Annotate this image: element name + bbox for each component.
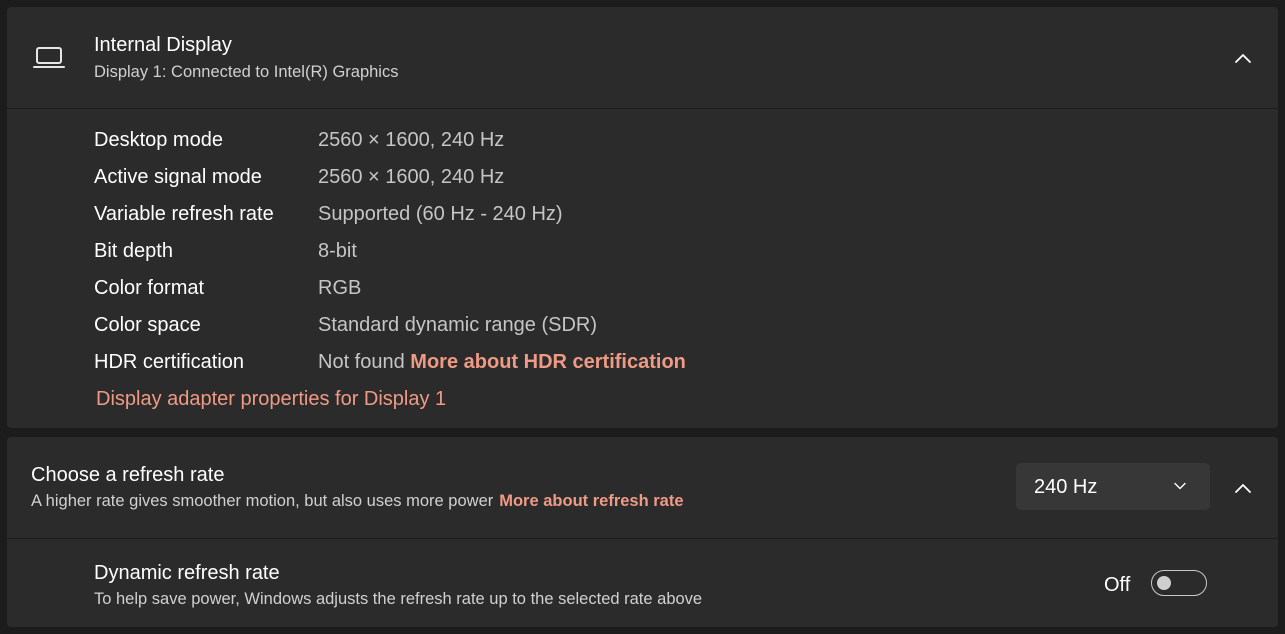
- refresh-rate-subtitle: A higher rate gives smoother motion, but…: [31, 492, 494, 510]
- laptop-icon: [33, 47, 65, 68]
- bit-depth-value: 8-bit: [318, 240, 357, 262]
- bit-depth-label: Bit depth: [94, 240, 173, 262]
- hdr-certification-link[interactable]: More about HDR certification: [410, 351, 686, 373]
- refresh-rate-dropdown[interactable]: 240 Hz: [1016, 463, 1210, 510]
- variable-refresh-rate-label: Variable refresh rate: [94, 203, 274, 225]
- desktop-mode-label: Desktop mode: [94, 129, 223, 151]
- color-space-label: Color space: [94, 314, 201, 336]
- display-title: Internal Display: [94, 34, 232, 56]
- refresh-rate-link[interactable]: More about refresh rate: [499, 492, 683, 510]
- active-signal-mode-value: 2560 × 1600, 240 Hz: [318, 166, 505, 188]
- dynamic-refresh-title: Dynamic refresh rate: [94, 562, 280, 584]
- dynamic-refresh-toggle[interactable]: [1151, 570, 1207, 596]
- refresh-rate-selected: 240 Hz: [1034, 476, 1098, 498]
- color-format-label: Color format: [94, 277, 205, 299]
- refresh-rate-title: Choose a refresh rate: [31, 464, 225, 486]
- display-header[interactable]: Internal Display Display 1: Connected to…: [7, 7, 1278, 109]
- active-signal-mode-label: Active signal mode: [94, 166, 262, 188]
- display-adapter-properties-link[interactable]: Display adapter properties for Display 1: [96, 388, 446, 411]
- color-space-value: Standard dynamic range (SDR): [318, 314, 598, 336]
- desktop-mode-value: 2560 × 1600, 240 Hz: [318, 129, 505, 151]
- dynamic-refresh-state: Off: [1104, 574, 1131, 596]
- collapse-display-chevron-up-icon[interactable]: [1233, 51, 1253, 65]
- refresh-rate-subtitle-row: A higher rate gives smoother motion, but…: [31, 492, 684, 511]
- hdr-certification-value: Not found: [318, 351, 405, 373]
- refresh-rate-header: Choose a refresh rate A higher rate give…: [7, 437, 1278, 539]
- dynamic-refresh-subtitle: To help save power, Windows adjusts the …: [94, 590, 703, 608]
- toggle-knob: [1157, 576, 1171, 590]
- hdr-certification-value-row: Not found More about HDR certification: [318, 351, 686, 374]
- collapse-refresh-chevron-up-icon[interactable]: [1233, 481, 1253, 495]
- display-card: Internal Display Display 1: Connected to…: [7, 7, 1278, 428]
- display-subtitle: Display 1: Connected to Intel(R) Graphic…: [94, 63, 399, 81]
- color-format-value: RGB: [318, 277, 362, 299]
- settings-window: Internal Display Display 1: Connected to…: [0, 0, 1285, 634]
- variable-refresh-rate-value: Supported (60 Hz - 240 Hz): [318, 203, 563, 225]
- chevron-down-icon: [1174, 482, 1186, 490]
- hdr-certification-label: HDR certification: [94, 351, 245, 373]
- refresh-rate-card: Choose a refresh rate A higher rate give…: [7, 437, 1278, 627]
